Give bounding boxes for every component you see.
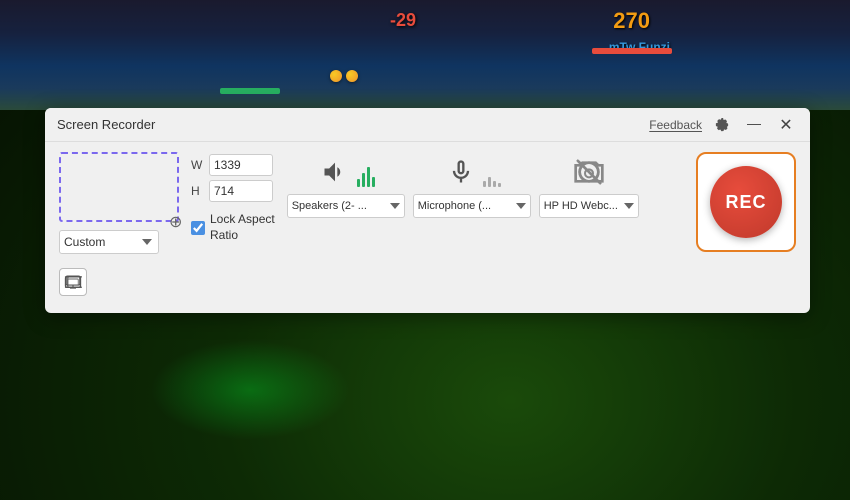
mic-bar-2	[488, 177, 491, 187]
settings-button[interactable]	[710, 113, 734, 137]
speakers-select[interactable]: Speakers (2- ...	[287, 194, 405, 218]
coin-1	[330, 70, 342, 82]
microphone-icon-row	[443, 154, 501, 190]
bar-2	[362, 173, 365, 187]
coin-2	[346, 70, 358, 82]
width-input[interactable]	[209, 154, 273, 176]
gear-icon	[715, 118, 729, 132]
screen-recorder-dialog: Screen Recorder Feedback — ✕ ⊕	[45, 108, 810, 313]
height-input[interactable]	[209, 180, 273, 202]
dialog-body: ⊕ Custom 1920×1080 1280×720 W H	[45, 142, 810, 264]
microphone-group: Microphone (...	[413, 154, 531, 218]
gold-display: 270	[613, 8, 650, 34]
rec-section: REC	[696, 152, 796, 252]
enemy-hp-bar	[592, 48, 672, 54]
rec-button[interactable]: REC	[710, 166, 782, 238]
microphone-level-bars	[483, 157, 501, 187]
minimize-icon: —	[747, 116, 761, 130]
preset-row: Custom 1920×1080 1280×720	[59, 230, 179, 254]
dialog-bottom	[45, 264, 810, 300]
score-display: -29	[390, 10, 416, 31]
close-button[interactable]: ✕	[774, 113, 798, 137]
width-label: W	[191, 158, 203, 172]
camera-select[interactable]: HP HD Webc...	[539, 194, 639, 218]
feedback-link[interactable]: Feedback	[649, 118, 702, 132]
capture-area-section: ⊕ Custom 1920×1080 1280×720	[59, 152, 179, 254]
camera-group: HP HD Webc...	[539, 154, 639, 218]
mic-bar-4	[498, 183, 501, 187]
game-top-hud	[0, 0, 850, 110]
lock-aspect-checkbox[interactable]	[191, 221, 205, 235]
audio-section: Speakers (2- ...	[287, 152, 684, 218]
player-hp-bar	[220, 88, 280, 94]
lock-aspect-label: Lock AspectRatio	[210, 212, 275, 243]
lock-aspect-row: Lock AspectRatio	[191, 212, 275, 243]
dialog-controls: Feedback — ✕	[649, 113, 798, 137]
minimize-button[interactable]: —	[742, 113, 766, 137]
width-row: W	[191, 154, 275, 176]
rec-button-wrapper[interactable]: REC	[696, 152, 796, 252]
close-icon: ✕	[779, 115, 792, 135]
bar-3	[367, 167, 370, 187]
screenshot-button[interactable]	[59, 268, 87, 296]
bar-1	[357, 179, 360, 187]
mic-bar-1	[483, 181, 486, 187]
mic-bar-3	[493, 181, 496, 187]
height-label: H	[191, 184, 203, 198]
camera-icon-row	[571, 154, 607, 190]
coins-display	[330, 70, 358, 82]
camera-icon	[571, 154, 607, 190]
dimensions-section: W H Lock AspectRatio	[191, 152, 275, 243]
height-row: H	[191, 180, 275, 202]
bar-4	[372, 177, 375, 187]
glow-effect	[150, 340, 350, 440]
microphone-icon	[443, 154, 479, 190]
speaker-icon	[317, 154, 353, 190]
resize-cursor-icon: ⊕	[169, 212, 183, 226]
dialog-titlebar: Screen Recorder Feedback — ✕	[45, 108, 810, 142]
dialog-title: Screen Recorder	[57, 117, 155, 132]
speakers-icon-row	[317, 154, 375, 190]
microphone-select[interactable]: Microphone (...	[413, 194, 531, 218]
preset-select[interactable]: Custom 1920×1080 1280×720	[59, 230, 159, 254]
speakers-level-bars	[357, 157, 375, 187]
speakers-group: Speakers (2- ...	[287, 154, 405, 218]
capture-preview: ⊕	[59, 152, 179, 222]
screenshot-icon	[64, 273, 82, 291]
